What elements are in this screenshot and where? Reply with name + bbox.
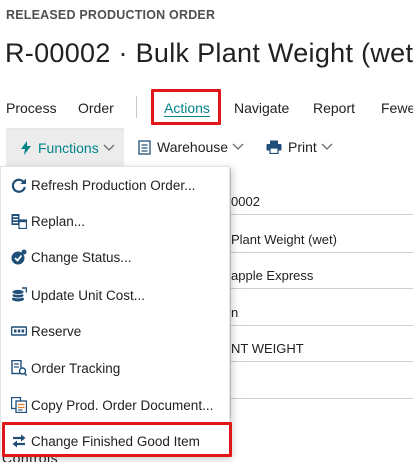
menu-item-label: Copy Prod. Order Document... — [31, 397, 214, 413]
menu-item-label: Change Status... — [31, 249, 132, 265]
menu-item-update-unit-cost[interactable]: Update Unit Cost... — [1, 277, 231, 313]
menu-item-label: Refresh Production Order... — [31, 177, 196, 193]
toolbar: Functions Warehouse Print — [0, 128, 413, 166]
order-tracking-icon — [10, 360, 27, 377]
page-title: R-00002 · Bulk Plant Weight (wet) — [5, 38, 413, 68]
copy-document-icon — [10, 397, 27, 414]
warehouse-label: Warehouse — [157, 139, 229, 155]
functions-label: Functions — [38, 140, 99, 156]
replan-icon — [10, 213, 27, 230]
tab-order[interactable]: Order — [78, 100, 114, 116]
chevron-down-icon — [103, 144, 115, 152]
menu-item-replan[interactable]: Replan... — [1, 203, 231, 239]
chevron-down-icon — [232, 143, 244, 151]
menu-item-label: Reserve — [31, 323, 82, 339]
print-label: Print — [288, 139, 317, 155]
actions-highlight-box — [151, 89, 221, 125]
field-underline — [231, 214, 413, 215]
print-button[interactable]: Print — [266, 128, 333, 166]
field-value-search[interactable]: apple Express — [231, 268, 313, 283]
field-value-description[interactable]: Plant Weight (wet) — [231, 232, 337, 247]
printer-icon — [266, 140, 282, 154]
chevron-down-icon — [321, 143, 333, 151]
field-value-status[interactable]: n — [231, 305, 238, 320]
nav-divider — [136, 96, 137, 118]
refresh-icon — [10, 177, 27, 194]
tab-process[interactable]: Process — [6, 100, 57, 116]
functions-menu: Refresh Production Order... Replan... Ch… — [0, 166, 230, 456]
field-underline — [231, 325, 413, 326]
menu-item-label: Order Tracking — [31, 360, 121, 376]
menu-item-copy-prod-order-document[interactable]: Copy Prod. Order Document... — [1, 387, 231, 423]
update-cost-icon — [10, 287, 27, 304]
field-underline — [231, 288, 413, 289]
lightning-icon — [20, 141, 32, 155]
menu-item-label: Update Unit Cost... — [31, 287, 146, 303]
functions-button[interactable]: Functions — [6, 128, 124, 166]
page-caption: RELEASED PRODUCTION ORDER — [6, 8, 216, 22]
tab-navigate[interactable]: Navigate — [234, 100, 289, 116]
tab-report[interactable]: Report — [313, 100, 355, 116]
field-value-no[interactable]: 0002 — [231, 194, 260, 209]
menu-item-reserve[interactable]: Reserve — [1, 313, 231, 349]
field-underline — [231, 252, 413, 253]
menu-item-change-status[interactable]: Change Status... — [1, 239, 231, 275]
change-item-highlight-box — [2, 422, 232, 457]
menu-item-refresh-production-order[interactable]: Refresh Production Order... — [1, 167, 231, 203]
warehouse-document-icon — [138, 139, 151, 155]
field-value-source[interactable]: NT WEIGHT — [231, 341, 304, 356]
general-fasttab: 0002 Plant Weight (wet) apple Express n … — [230, 168, 413, 418]
menu-item-order-tracking[interactable]: Order Tracking — [1, 350, 231, 386]
menu-item-label: Replan... — [31, 213, 86, 229]
reserve-icon — [10, 323, 27, 340]
tab-fewer[interactable]: Fewer — [381, 100, 413, 116]
field-underline — [231, 398, 413, 399]
change-status-icon — [10, 249, 27, 266]
field-underline — [231, 361, 413, 362]
warehouse-button[interactable]: Warehouse — [138, 128, 244, 166]
